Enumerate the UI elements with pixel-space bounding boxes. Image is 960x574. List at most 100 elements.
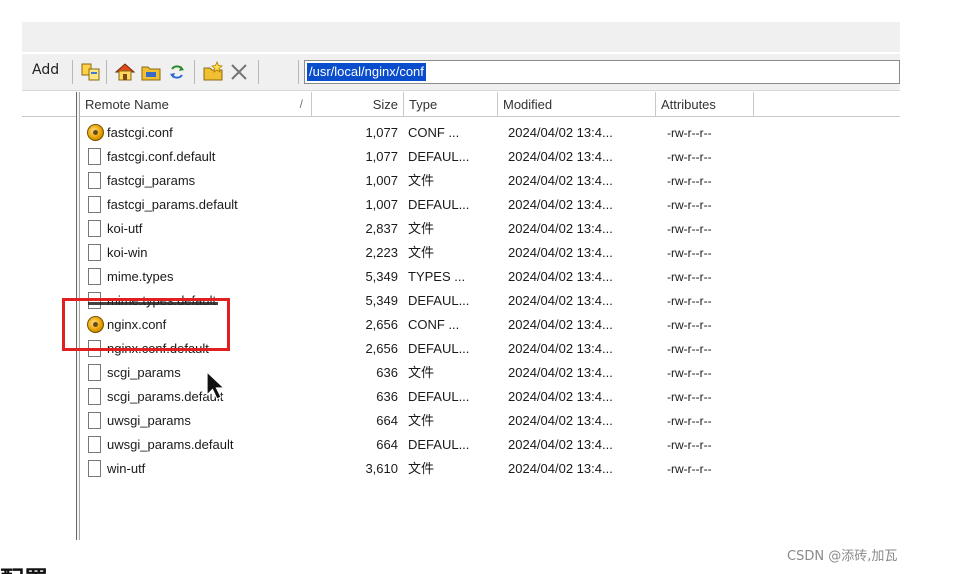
file-size: 1,007 (365, 173, 398, 188)
column-remote-name[interactable]: Remote Name / (80, 92, 312, 117)
file-modified: 2024/04/02 13:4... (508, 413, 613, 428)
file-row[interactable]: scgi_params.default 636 DEFAUL... 2024/0… (80, 385, 760, 409)
file-attributes: -rw-r--r-- (667, 198, 712, 212)
title-bar (22, 22, 900, 52)
file-modified: 2024/04/02 13:4... (508, 389, 613, 404)
watermark: CSDN @添砖,加瓦 (787, 549, 898, 564)
toolbar: Add /usr/local/nginx/conf (22, 54, 900, 91)
file-name: koi-utf (107, 221, 143, 236)
file-modified: 2024/04/02 13:4... (508, 245, 613, 260)
file-type: 文件 (408, 221, 435, 236)
folder-icon[interactable] (140, 61, 162, 83)
column-modified-label: Modified (503, 97, 553, 112)
column-size-label: Size (372, 97, 398, 112)
file-icon (88, 148, 104, 166)
file-attributes: -rw-r--r-- (667, 342, 712, 356)
file-size: 5,349 (365, 293, 398, 308)
column-attributes[interactable]: Attributes (656, 92, 754, 117)
file-size: 2,656 (365, 317, 398, 332)
file-modified: 2024/04/02 13:4... (508, 341, 613, 356)
add-button[interactable]: Add (32, 62, 59, 78)
file-type: 文件 (408, 245, 435, 260)
file-type: TYPES ... (408, 269, 466, 284)
file-icon (88, 244, 104, 262)
file-modified: 2024/04/02 13:4... (508, 317, 613, 332)
file-type: CONF ... (408, 125, 460, 140)
file-row[interactable]: koi-utf 2,837 文件 2024/04/02 13:4... -rw-… (80, 217, 760, 241)
file-attributes: -rw-r--r-- (667, 126, 712, 140)
file-modified: 2024/04/02 13:4... (508, 173, 613, 188)
file-type: DEFAUL... (408, 341, 470, 356)
remote-path-input[interactable]: /usr/local/nginx/conf (304, 60, 900, 84)
file-modified: 2024/04/02 13:4... (508, 365, 613, 380)
file-row[interactable]: fastcgi_params 1,007 文件 2024/04/02 13:4.… (80, 169, 760, 193)
column-type[interactable]: Type (404, 92, 498, 117)
clipped-heading: 配置 (0, 560, 48, 574)
file-type: CONF ... (408, 317, 460, 332)
file-size: 664 (376, 413, 398, 428)
new-folder-icon[interactable] (202, 60, 224, 83)
file-row[interactable]: uwsgi_params.default 664 DEFAUL... 2024/… (80, 433, 760, 457)
file-type: 文件 (408, 413, 435, 428)
column-type-label: Type (409, 97, 438, 112)
file-size: 3,610 (365, 461, 398, 476)
toolbar-separator (106, 60, 107, 84)
column-attributes-label: Attributes (661, 97, 716, 112)
file-attributes: -rw-r--r-- (667, 318, 712, 332)
file-icon (88, 436, 104, 454)
toolbar-separator (298, 60, 299, 84)
file-name: uwsgi_params.default (107, 437, 234, 452)
ftp-client-window: Add /usr/local/nginx/conf Remote Name / … (0, 0, 960, 574)
file-size: 1,077 (365, 149, 398, 164)
file-icon (88, 388, 104, 406)
file-name: fastcgi.conf.default (107, 149, 216, 164)
toolbar-separator (258, 60, 259, 84)
file-size: 2,656 (365, 341, 398, 356)
file-icon (88, 196, 104, 214)
file-icon (88, 412, 104, 430)
file-type: 文件 (408, 365, 435, 380)
file-name: scgi_params (107, 365, 181, 380)
file-attributes: -rw-r--r-- (667, 294, 712, 308)
file-modified: 2024/04/02 13:4... (508, 437, 613, 452)
file-attributes: -rw-r--r-- (667, 270, 712, 284)
file-row[interactable]: scgi_params 636 文件 2024/04/02 13:4... -r… (80, 361, 760, 385)
file-attributes: -rw-r--r-- (667, 174, 712, 188)
file-size: 5,349 (365, 269, 398, 284)
file-type: 文件 (408, 173, 435, 188)
file-name: mime.types (107, 269, 174, 284)
refresh-icon[interactable] (166, 61, 188, 83)
file-list-header: Remote Name / Size Type Modified Attribu… (80, 92, 900, 117)
file-type: 文件 (408, 461, 435, 476)
file-row[interactable]: fastcgi_params.default 1,007 DEFAUL... 2… (80, 193, 760, 217)
local-pane-header (22, 92, 76, 117)
file-row[interactable]: fastcgi.conf 1,077 CONF ... 2024/04/02 1… (80, 121, 760, 145)
toolbar-separator (72, 60, 73, 84)
toolbar-separator (194, 60, 195, 84)
file-size: 636 (376, 365, 398, 380)
file-modified: 2024/04/02 13:4... (508, 221, 613, 236)
file-row[interactable]: koi-win 2,223 文件 2024/04/02 13:4... -rw-… (80, 241, 760, 265)
file-attributes: -rw-r--r-- (667, 150, 712, 164)
copy-icon[interactable] (80, 61, 102, 83)
file-row[interactable]: mime.types 5,349 TYPES ... 2024/04/02 13… (80, 265, 760, 289)
file-attributes: -rw-r--r-- (667, 390, 712, 404)
file-icon (88, 460, 104, 478)
file-attributes: -rw-r--r-- (667, 438, 712, 452)
file-row[interactable]: fastcgi.conf.default 1,077 DEFAUL... 202… (80, 145, 760, 169)
file-icon (88, 220, 104, 238)
file-attributes: -rw-r--r-- (667, 222, 712, 236)
sort-indicator: / (299, 97, 303, 111)
highlight-box (62, 298, 230, 351)
file-icon (88, 364, 104, 382)
file-size: 636 (376, 389, 398, 404)
delete-icon[interactable] (228, 61, 250, 83)
file-icon (88, 268, 104, 286)
file-modified: 2024/04/02 13:4... (508, 125, 613, 140)
home-icon[interactable] (114, 61, 136, 83)
file-row[interactable]: win-utf 3,610 文件 2024/04/02 13:4... -rw-… (80, 457, 760, 481)
file-size: 664 (376, 437, 398, 452)
column-size[interactable]: Size (312, 92, 404, 117)
file-row[interactable]: uwsgi_params 664 文件 2024/04/02 13:4... -… (80, 409, 760, 433)
column-modified[interactable]: Modified (498, 92, 656, 117)
